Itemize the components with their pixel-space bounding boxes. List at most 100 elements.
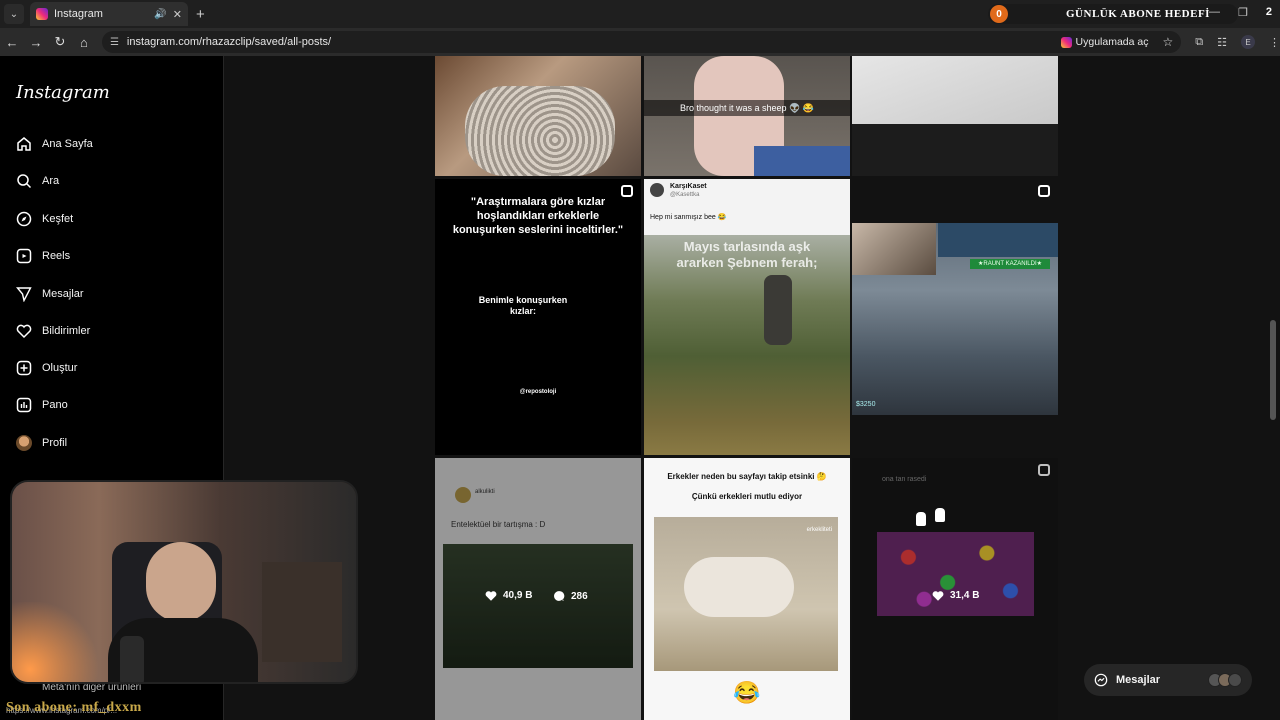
messages-pill-button[interactable]: Mesajlar [1084, 664, 1252, 696]
instagram-logo[interactable]: Instagram [16, 82, 110, 103]
fleece-jacket-image [465, 86, 615, 176]
streamer-head-image [146, 542, 216, 622]
reload-icon[interactable]: ↻ [48, 34, 72, 50]
instagram-app-icon [1060, 36, 1072, 48]
tab-list-chevron-icon[interactable]: ⌄ [4, 4, 24, 24]
reels-badge-icon [1038, 185, 1050, 197]
home-button-icon[interactable]: ⌂ [72, 35, 96, 50]
bookmark-star-icon[interactable]: ☆ [1163, 35, 1174, 49]
reading-list-icon[interactable]: ☷ [1217, 36, 1227, 49]
post-credit: @repostoloji [519, 389, 557, 395]
reels-icon [16, 248, 32, 264]
dashboard-icon [16, 397, 32, 413]
author-name: KarşıKaset [670, 183, 707, 190]
nav-item-search[interactable]: Ara [16, 173, 59, 189]
wall-image [852, 56, 1058, 124]
instagram-favicon-icon [36, 8, 48, 20]
nav-label-dashboard: Pano [42, 399, 68, 411]
messages-pill-label: Mesajlar [1116, 674, 1161, 686]
new-tab-plus-icon[interactable]: + [196, 6, 205, 23]
minimize-icon[interactable]: — [1209, 6, 1220, 19]
post-tile[interactable] [852, 56, 1058, 176]
post-tile[interactable]: alkulikti Entelektüel bir tartışma : D 4… [435, 458, 641, 720]
comments-stat: 286 [553, 590, 588, 602]
lamp-glow-image [12, 602, 102, 682]
hud-money: $3250 [856, 401, 876, 408]
author-handle: @Kasettka [670, 192, 700, 198]
post-caption: "Araştırmalara göre kızlar hoşlandıkları… [452, 196, 624, 236]
nav-item-profile[interactable]: Profil [16, 435, 67, 451]
post-tile[interactable]: Bro thought it was a sheep 👽 😂 [644, 56, 850, 176]
likes-stat: 40,9 B [485, 590, 532, 601]
nav-item-reels[interactable]: Reels [16, 248, 70, 264]
post-tile[interactable]: "Araştırmalara göre kızlar hoşlandıkları… [435, 179, 641, 455]
site-info-icon[interactable]: ☰ [110, 37, 119, 48]
back-arrow-icon[interactable]: ← [0, 35, 24, 50]
nav-item-explore[interactable]: Keşfet [16, 211, 73, 227]
hover-overlay [852, 458, 1058, 720]
nav-item-messages[interactable]: Mesajlar [16, 286, 84, 302]
contact-avatar [1228, 673, 1242, 687]
forward-arrow-icon[interactable]: → [24, 35, 48, 50]
nav-item-home[interactable]: Ana Sayfa [16, 136, 93, 152]
close-tab-icon[interactable]: ✕ [173, 8, 182, 21]
post-tile[interactable]: KarşıKaset @Kasettka Hep mi sanmışız bee… [644, 179, 850, 455]
scoreboard-image [938, 223, 1058, 257]
nav-label-home: Ana Sayfa [42, 138, 93, 150]
round-won-banner: ★RAUNT KAZANILDI★ [970, 259, 1050, 269]
send-icon [16, 287, 32, 302]
messenger-icon [1094, 673, 1108, 687]
post-tile[interactable] [435, 56, 641, 176]
microphone-image [120, 636, 144, 682]
nav-label-profile: Profil [42, 437, 68, 449]
tab-title: Instagram [54, 8, 103, 20]
nav-label-notifications: Bildirimler [42, 325, 91, 337]
nav-label-reels: Reels [42, 250, 71, 262]
open-in-app-button[interactable]: Uygulamada aç [1060, 36, 1149, 48]
url-text[interactable]: instagram.com/rhazazclip/saved/all-posts… [127, 36, 1061, 48]
profile-avatar-button[interactable]: E [1241, 35, 1255, 49]
nav-label-search: Ara [42, 175, 60, 187]
home-icon [17, 137, 31, 151]
comment-bubble-icon [554, 591, 565, 601]
tweet-text: Hep mi sanmışız bee 😂 [650, 214, 727, 221]
post-caption: Erkekler neden bu sayfayı takip etsinki … [667, 472, 827, 481]
webcam-overlay [10, 480, 358, 684]
post-tile[interactable]: ★RAUNT KAZANILDI★ $3250 [852, 179, 1058, 455]
nav-item-notifications[interactable]: Bildirimler [16, 323, 90, 339]
author-avatar [650, 183, 664, 197]
likes-stat: 31,4 B [932, 590, 979, 601]
video-watermark: erkekliteti [806, 527, 832, 533]
hand-cursor-icon [935, 508, 945, 522]
goat-image [684, 557, 794, 617]
post-tile[interactable]: Erkekler neden bu sayfayı takip etsinki … [644, 458, 850, 720]
post-subcaption: Çünkü erkekleri mutlu ediyor [691, 492, 803, 501]
nav-label-explore: Keşfet [42, 213, 74, 225]
person-image [764, 275, 792, 345]
menu-kebab-icon[interactable]: ⋮ [1269, 36, 1280, 49]
address-bar[interactable]: ☰ instagram.com/rhazazclip/saved/all-pos… [101, 31, 1182, 53]
profile-avatar [16, 435, 32, 451]
laughing-emoji: 😂 [733, 680, 761, 705]
speaker-icon[interactable]: 🔊 [154, 9, 166, 20]
extensions-puzzle-icon[interactable]: ⧉ [1195, 36, 1203, 49]
sleeve-image [754, 146, 850, 176]
search-icon [17, 174, 32, 189]
comments-count: 286 [571, 590, 588, 602]
goat-video-image: erkekliteti [654, 517, 838, 671]
goal-label: GÜNLÜK ABONE HEDEFİ [1066, 8, 1210, 20]
compass-icon [16, 211, 32, 227]
browser-tab-instagram[interactable]: Instagram 🔊 ✕ [30, 2, 188, 26]
toolbar-right: ⧉ ☷ E ⋮ [1195, 35, 1280, 49]
page-scrollbar[interactable] [1270, 320, 1276, 420]
post-tile[interactable]: ona tan rasedi 31,4 B [852, 458, 1058, 720]
goal-current-count: 0 [990, 5, 1008, 23]
nav-item-create[interactable]: Oluştur [16, 360, 77, 376]
saved-posts-main: Bro thought it was a sheep 👽 😂 "Araştırm… [224, 56, 1280, 720]
nav-item-dashboard[interactable]: Pano [16, 397, 68, 413]
hover-overlay [435, 458, 641, 720]
post-subcaption: Benimle konuşurken kızlar: [478, 295, 568, 316]
restore-icon[interactable]: ❐ [1238, 6, 1248, 19]
heart-filled-icon [485, 591, 497, 601]
heart-filled-icon [932, 591, 944, 601]
